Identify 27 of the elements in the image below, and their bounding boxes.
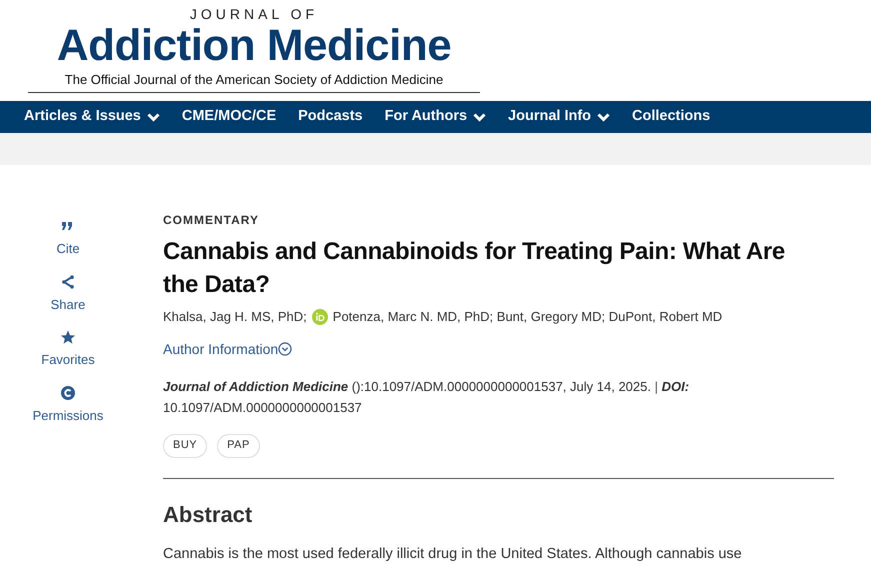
author-names: Khalsa, Jag H. MS, PhD; — [163, 308, 307, 326]
article-type: COMMENTARY — [163, 212, 260, 229]
sidebar-link[interactable]: Cite — [30, 219, 106, 258]
nav-link[interactable]: Articles & Issues — [24, 106, 160, 128]
chevron-circle-icon — [278, 342, 292, 356]
nav-link[interactable]: For Authors — [384, 106, 486, 128]
nav-link[interactable]: Collections — [632, 106, 710, 128]
copyright-icon — [61, 386, 75, 400]
article-tag: PAP — [217, 434, 260, 458]
author-information-toggle[interactable]: Author Information — [163, 338, 292, 360]
sidebar-link[interactable]: Favorites — [30, 330, 106, 370]
sidebar-link[interactable]: Permissions — [30, 386, 106, 425]
nav-link[interactable]: CME/MOC/CE — [182, 106, 276, 128]
author-names: Potenza, Marc N. MD, PhD; Bunt, Gregory MD; DuPont, Robert MD — [332, 308, 722, 326]
article-tag: BUY — [163, 434, 208, 458]
nav-link[interactable]: Journal Info — [508, 106, 610, 128]
abstract-heading: Abstract — [163, 500, 254, 528]
star-icon — [61, 330, 75, 344]
nav-link[interactable]: Podcasts — [298, 106, 363, 128]
article-title: Cannabis and Cannabinoids for Treating Pain: What Are the Data? — [163, 237, 786, 300]
abstract-text: Cannabis is the most used federally illicit drug in the United States. Although cannabis use — [163, 544, 742, 562]
quote-icon — [61, 219, 75, 233]
sidebar-link[interactable]: Share — [30, 274, 106, 314]
journal-logo[interactable]: JOURNAL OF Addiction Medicine The Official Journal of the American Society of Addiction Medicine — [28, 6, 480, 93]
orcid-icon[interactable] — [312, 308, 328, 325]
citation-text: Journal of Addiction Medicine ():10.1097/ADM.0000000000001537, July 14, 2025. | DOI: 10.1097/ADM.0000000000001537 — [163, 378, 690, 416]
share-icon — [61, 274, 75, 288]
